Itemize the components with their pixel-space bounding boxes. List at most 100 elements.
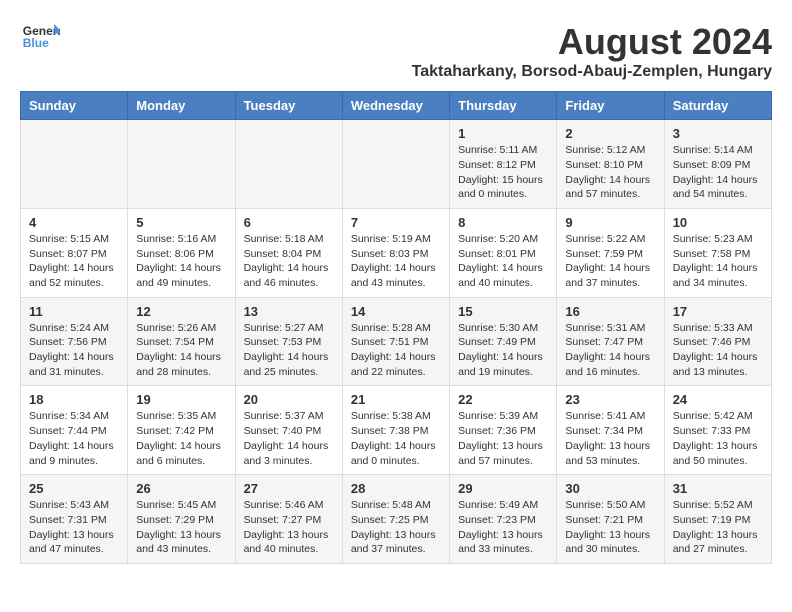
weekday-header-thursday: Thursday: [450, 92, 557, 120]
calendar-cell: [235, 120, 342, 209]
day-info: Sunrise: 5:26 AM Sunset: 7:54 PM Dayligh…: [136, 321, 226, 380]
calendar-cell: 22Sunrise: 5:39 AM Sunset: 7:36 PM Dayli…: [450, 386, 557, 475]
day-number: 28: [351, 481, 441, 496]
day-number: 29: [458, 481, 548, 496]
day-info: Sunrise: 5:38 AM Sunset: 7:38 PM Dayligh…: [351, 409, 441, 468]
calendar-cell: [21, 120, 128, 209]
day-info: Sunrise: 5:43 AM Sunset: 7:31 PM Dayligh…: [29, 498, 119, 557]
day-number: 11: [29, 304, 119, 319]
calendar-cell: 3Sunrise: 5:14 AM Sunset: 8:09 PM Daylig…: [664, 120, 771, 209]
day-info: Sunrise: 5:48 AM Sunset: 7:25 PM Dayligh…: [351, 498, 441, 557]
day-info: Sunrise: 5:19 AM Sunset: 8:03 PM Dayligh…: [351, 232, 441, 291]
day-info: Sunrise: 5:37 AM Sunset: 7:40 PM Dayligh…: [244, 409, 334, 468]
calendar-cell: 31Sunrise: 5:52 AM Sunset: 7:19 PM Dayli…: [664, 475, 771, 564]
day-info: Sunrise: 5:22 AM Sunset: 7:59 PM Dayligh…: [565, 232, 655, 291]
day-info: Sunrise: 5:49 AM Sunset: 7:23 PM Dayligh…: [458, 498, 548, 557]
calendar-cell: 2Sunrise: 5:12 AM Sunset: 8:10 PM Daylig…: [557, 120, 664, 209]
day-info: Sunrise: 5:11 AM Sunset: 8:12 PM Dayligh…: [458, 143, 548, 202]
day-info: Sunrise: 5:39 AM Sunset: 7:36 PM Dayligh…: [458, 409, 548, 468]
calendar-cell: 8 Sunrise: 5:20 AM Sunset: 8:01 PM Daylig…: [450, 208, 557, 297]
calendar-cell: 13Sunrise: 5:27 AM Sunset: 7:53 PM Dayli…: [235, 297, 342, 386]
month-title: August 2024: [412, 20, 772, 63]
logo-icon: General Blue: [20, 20, 60, 50]
calendar-cell: 5 Sunrise: 5:16 AM Sunset: 8:06 PM Daylig…: [128, 208, 235, 297]
calendar-cell: 10Sunrise: 5:23 AM Sunset: 7:58 PM Dayli…: [664, 208, 771, 297]
calendar-week-row: 1Sunrise: 5:11 AM Sunset: 8:12 PM Daylig…: [21, 120, 772, 209]
weekday-header-wednesday: Wednesday: [342, 92, 449, 120]
calendar-cell: 16Sunrise: 5:31 AM Sunset: 7:47 PM Dayli…: [557, 297, 664, 386]
day-number: 9: [565, 215, 655, 230]
calendar-cell: 18 Sunrise: 5:34 AM Sunset: 7:44 PM Dayli…: [21, 386, 128, 475]
day-info: Sunrise: 5:46 AM Sunset: 7:27 PM Dayligh…: [244, 498, 334, 557]
day-info: Sunrise: 5:16 AM Sunset: 8:06 PM Dayligh…: [136, 232, 226, 291]
day-info: Sunrise: 5:33 AM Sunset: 7:46 PM Dayligh…: [673, 321, 763, 380]
title-section: August 2024 Taktaharkany, Borsod-Abauj-Z…: [412, 20, 772, 81]
calendar-cell: 6 Sunrise: 5:18 AM Sunset: 8:04 PM Daylig…: [235, 208, 342, 297]
day-info: Sunrise: 5:41 AM Sunset: 7:34 PM Dayligh…: [565, 409, 655, 468]
day-info: Sunrise: 5:31 AM Sunset: 7:47 PM Dayligh…: [565, 321, 655, 380]
calendar-cell: 4 Sunrise: 5:15 AM Sunset: 8:07 PM Daylig…: [21, 208, 128, 297]
day-number: 7: [351, 215, 441, 230]
location-title: Taktaharkany, Borsod-Abauj-Zemplen, Hung…: [412, 63, 772, 81]
day-number: 4: [29, 215, 119, 230]
weekday-header-monday: Monday: [128, 92, 235, 120]
day-number: 5: [136, 215, 226, 230]
day-info: Sunrise: 5:23 AM Sunset: 7:58 PM Dayligh…: [673, 232, 763, 291]
day-number: 25: [29, 481, 119, 496]
weekday-header-tuesday: Tuesday: [235, 92, 342, 120]
calendar-cell: 24Sunrise: 5:42 AM Sunset: 7:33 PM Dayli…: [664, 386, 771, 475]
day-info: Sunrise: 5:12 AM Sunset: 8:10 PM Dayligh…: [565, 143, 655, 202]
day-number: 19: [136, 392, 226, 407]
day-info: Sunrise: 5:34 AM Sunset: 7:44 PM Dayligh…: [29, 409, 119, 468]
calendar-cell: 19Sunrise: 5:35 AM Sunset: 7:42 PM Dayli…: [128, 386, 235, 475]
day-info: Sunrise: 5:14 AM Sunset: 8:09 PM Dayligh…: [673, 143, 763, 202]
calendar-body: 1Sunrise: 5:11 AM Sunset: 8:12 PM Daylig…: [21, 120, 772, 564]
page-header: General Blue August 2024 Taktaharkany, B…: [20, 20, 772, 81]
calendar-cell: 12 Sunrise: 5:26 AM Sunset: 7:54 PM Dayli…: [128, 297, 235, 386]
day-number: 6: [244, 215, 334, 230]
weekday-header-friday: Friday: [557, 92, 664, 120]
day-number: 27: [244, 481, 334, 496]
day-number: 31: [673, 481, 763, 496]
calendar-cell: 28 Sunrise: 5:48 AM Sunset: 7:25 PM Dayli…: [342, 475, 449, 564]
calendar-header: SundayMondayTuesdayWednesdayThursdayFrid…: [21, 92, 772, 120]
day-info: Sunrise: 5:50 AM Sunset: 7:21 PM Dayligh…: [565, 498, 655, 557]
calendar-cell: 21 Sunrise: 5:38 AM Sunset: 7:38 PM Dayli…: [342, 386, 449, 475]
calendar-week-row: 25 Sunrise: 5:43 AM Sunset: 7:31 PM Dayli…: [21, 475, 772, 564]
weekday-header-sunday: Sunday: [21, 92, 128, 120]
day-info: Sunrise: 5:45 AM Sunset: 7:29 PM Dayligh…: [136, 498, 226, 557]
calendar-cell: 9 Sunrise: 5:22 AM Sunset: 7:59 PM Daylig…: [557, 208, 664, 297]
day-info: Sunrise: 5:18 AM Sunset: 8:04 PM Dayligh…: [244, 232, 334, 291]
day-number: 21: [351, 392, 441, 407]
calendar-cell: 25 Sunrise: 5:43 AM Sunset: 7:31 PM Dayli…: [21, 475, 128, 564]
day-number: 18: [29, 392, 119, 407]
day-number: 8: [458, 215, 548, 230]
calendar-cell: 20 Sunrise: 5:37 AM Sunset: 7:40 PM Dayli…: [235, 386, 342, 475]
calendar-cell: 15 Sunrise: 5:30 AM Sunset: 7:49 PM Dayli…: [450, 297, 557, 386]
day-number: 15: [458, 304, 548, 319]
calendar-week-row: 4 Sunrise: 5:15 AM Sunset: 8:07 PM Daylig…: [21, 208, 772, 297]
logo: General Blue: [20, 20, 60, 50]
calendar-table: SundayMondayTuesdayWednesdayThursdayFrid…: [20, 91, 772, 564]
calendar-week-row: 18 Sunrise: 5:34 AM Sunset: 7:44 PM Dayli…: [21, 386, 772, 475]
day-number: 23: [565, 392, 655, 407]
weekday-header-saturday: Saturday: [664, 92, 771, 120]
calendar-cell: 14Sunrise: 5:28 AM Sunset: 7:51 PM Dayli…: [342, 297, 449, 386]
day-info: Sunrise: 5:20 AM Sunset: 8:01 PM Dayligh…: [458, 232, 548, 291]
calendar-cell: 7 Sunrise: 5:19 AM Sunset: 8:03 PM Daylig…: [342, 208, 449, 297]
day-number: 12: [136, 304, 226, 319]
day-number: 30: [565, 481, 655, 496]
day-number: 20: [244, 392, 334, 407]
weekday-header-row: SundayMondayTuesdayWednesdayThursdayFrid…: [21, 92, 772, 120]
calendar-cell: 11 Sunrise: 5:24 AM Sunset: 7:56 PM Dayli…: [21, 297, 128, 386]
day-number: 26: [136, 481, 226, 496]
day-info: Sunrise: 5:15 AM Sunset: 8:07 PM Dayligh…: [29, 232, 119, 291]
calendar-cell: 17Sunrise: 5:33 AM Sunset: 7:46 PM Dayli…: [664, 297, 771, 386]
calendar-cell: 1Sunrise: 5:11 AM Sunset: 8:12 PM Daylig…: [450, 120, 557, 209]
calendar-cell: 23 Sunrise: 5:41 AM Sunset: 7:34 PM Dayli…: [557, 386, 664, 475]
calendar-cell: 27 Sunrise: 5:46 AM Sunset: 7:27 PM Dayli…: [235, 475, 342, 564]
svg-text:Blue: Blue: [23, 36, 49, 50]
day-info: Sunrise: 5:24 AM Sunset: 7:56 PM Dayligh…: [29, 321, 119, 380]
calendar-cell: [128, 120, 235, 209]
day-info: Sunrise: 5:30 AM Sunset: 7:49 PM Dayligh…: [458, 321, 548, 380]
